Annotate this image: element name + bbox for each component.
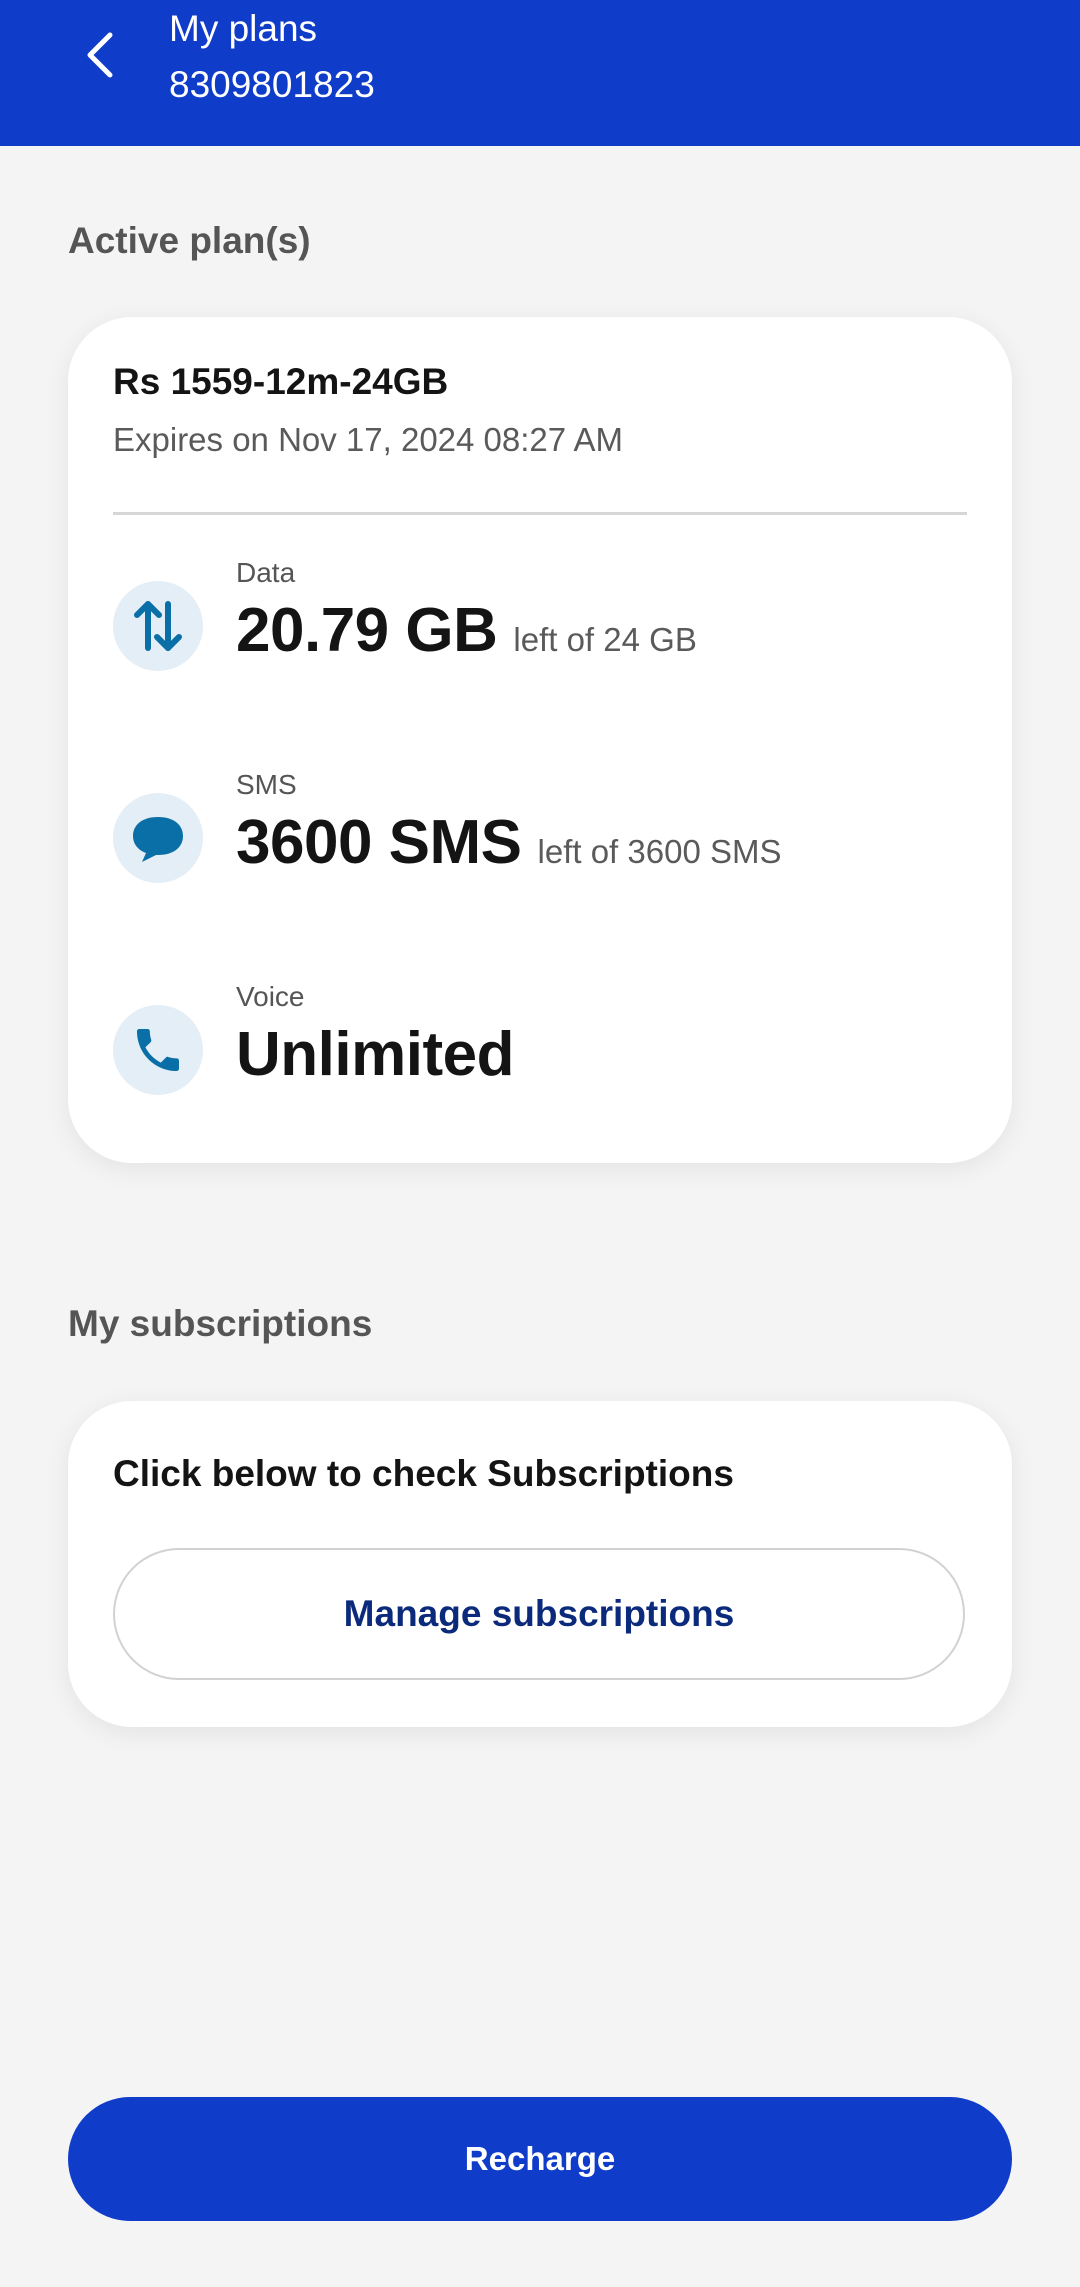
manage-subscriptions-button[interactable]: Manage subscriptions: [113, 1548, 965, 1680]
divider: [113, 512, 967, 515]
benefit-sms: SMS 3600 SMS left of 3600 SMS: [113, 769, 967, 909]
phone-number: 8309801823: [169, 64, 375, 105]
benefit-label: Voice: [236, 981, 305, 1012]
active-plan-card: Rs 1559-12m-24GB Expires on Nov 17, 2024…: [68, 317, 1012, 1163]
sms-remaining: 3600 SMS: [236, 808, 522, 877]
phone-icon: [113, 1005, 203, 1095]
recharge-button[interactable]: Recharge: [68, 2097, 1012, 2221]
back-button[interactable]: [70, 20, 130, 90]
benefit-data: Data 20.79 GB left of 24 GB: [113, 557, 967, 697]
data-arrows-icon: [113, 581, 203, 671]
subscriptions-prompt: Click below to check Subscriptions: [113, 1453, 734, 1494]
chat-bubble-icon: [113, 793, 203, 883]
chevron-left-icon: [87, 32, 113, 78]
benefit-label: Data: [236, 557, 296, 588]
benefit-voice: Voice Unlimited: [113, 981, 967, 1121]
plan-expiry: Expires on Nov 17, 2024 08:27 AM: [113, 421, 623, 458]
app-header: My plans 8309801823: [0, 0, 1080, 146]
active-plans-heading: Active plan(s): [68, 220, 311, 261]
subscriptions-heading: My subscriptions: [68, 1303, 373, 1344]
subscriptions-card: Click below to check Subscriptions Manag…: [68, 1401, 1012, 1727]
benefit-label: SMS: [236, 769, 297, 800]
voice-remaining: Unlimited: [236, 1020, 514, 1089]
data-total: left of 24 GB: [513, 621, 697, 658]
data-remaining: 20.79 GB: [236, 596, 498, 665]
plan-name: Rs 1559-12m-24GB: [113, 361, 449, 402]
page-title: My plans: [169, 8, 318, 49]
sms-total: left of 3600 SMS: [537, 833, 782, 870]
